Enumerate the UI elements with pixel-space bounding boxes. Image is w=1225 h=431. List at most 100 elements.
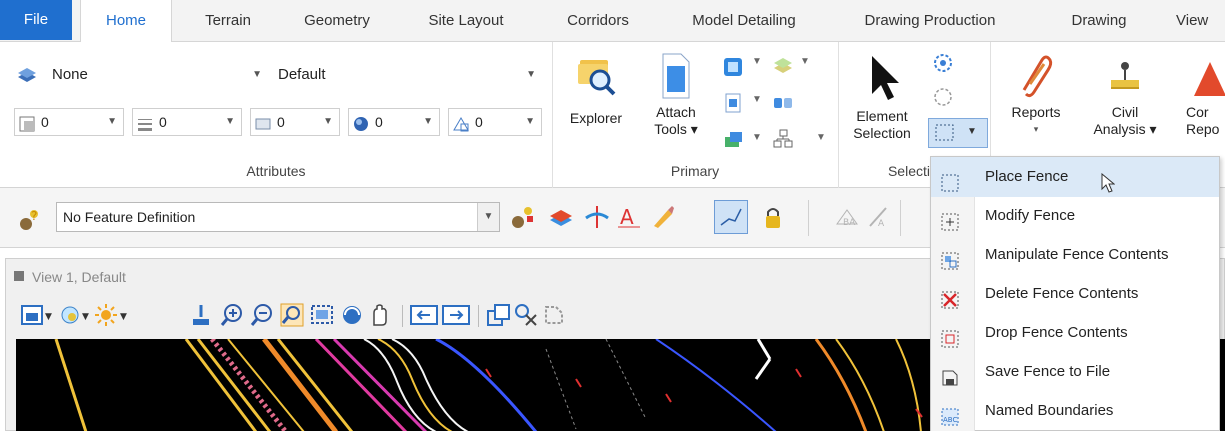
display-style-icon[interactable]: ▼	[58, 303, 94, 330]
civil-analysis-label-2: Analysis ▾	[1093, 121, 1157, 137]
menu-item-place-fence[interactable]: Place Fence	[931, 157, 1219, 197]
explorer-button[interactable]: Explorer	[560, 52, 632, 127]
toolbar-divider	[478, 305, 479, 327]
view-attributes-icon[interactable]: ▼	[20, 303, 56, 330]
sphere-icon	[353, 114, 369, 131]
text-annotation-icon[interactable]: A	[616, 204, 642, 230]
menu-item-drop-fence-contents[interactable]: Drop Fence Contents	[931, 313, 1219, 353]
chevron-down-icon[interactable]: ▼	[477, 203, 499, 231]
ribbon-tab-bar: File Home Terrain Geometry Site Layout C…	[0, 0, 1225, 43]
attach-tools-icon	[659, 52, 693, 100]
pan-view-icon[interactable]	[368, 303, 392, 330]
transparency-combo[interactable]: 0 ▼	[348, 108, 440, 136]
zoom-in-icon[interactable]	[220, 303, 244, 330]
attributes-group-label: Attributes	[246, 163, 306, 179]
menu-item-manipulate-fence-contents[interactable]: Manipulate Fence Contents	[931, 235, 1219, 275]
chevron-down-icon: ▼	[423, 116, 433, 127]
feature-tool-icon[interactable]: A	[866, 204, 892, 230]
transparency-value: 0	[375, 114, 383, 130]
chevron-down-icon: ▼	[107, 116, 117, 127]
chevron-down-icon: ▼	[525, 116, 535, 127]
attach-tools-button[interactable]: Attach Tools ▾	[640, 52, 712, 138]
tab-view[interactable]: View	[1168, 0, 1225, 42]
chevron-down-icon[interactable]: ▼	[800, 56, 810, 67]
color-combo[interactable]: 0 ▼	[14, 108, 124, 136]
models-icon[interactable]	[722, 92, 744, 114]
clear-selection-icon[interactable]	[932, 86, 954, 108]
terrain-layers-icon[interactable]	[548, 204, 574, 230]
line-style-combo[interactable]: 0 ▼	[250, 108, 340, 136]
civil-analysis-icon	[1105, 52, 1145, 100]
menu-item-label: Drop Fence Contents	[985, 324, 1128, 341]
corridor-reports-button[interactable]: Cor Repo	[1178, 52, 1225, 138]
tab-file[interactable]: File	[0, 0, 72, 40]
lock-icon[interactable]	[760, 204, 786, 230]
feature-tool-icon[interactable]: BA	[834, 204, 860, 230]
hierarchy-icon[interactable]	[772, 128, 794, 150]
next-view-icon[interactable]	[442, 303, 470, 330]
chevron-down-icon: ▼	[225, 116, 235, 127]
select-all-icon[interactable]	[932, 52, 954, 74]
tab-site-layout[interactable]: Site Layout	[404, 0, 528, 42]
copy-view-icon[interactable]	[486, 303, 512, 330]
weight-combo[interactable]: 0 ▼	[132, 108, 242, 136]
menu-item-delete-fence-contents[interactable]: Delete Fence Contents	[931, 274, 1219, 314]
reports-button[interactable]: Reports ▾	[996, 52, 1076, 138]
previous-view-icon[interactable]	[410, 303, 438, 330]
materials-icon[interactable]	[722, 128, 744, 150]
display-styles-icon[interactable]	[772, 92, 794, 114]
update-view-icon[interactable]	[190, 303, 212, 330]
tab-drawing-production[interactable]: Drawing Production	[842, 0, 1018, 42]
corridor-reports-label-1: Cor	[1186, 104, 1209, 120]
chevron-down-icon[interactable]: ▼	[752, 132, 762, 143]
selection-group-label: Selecti	[887, 163, 930, 179]
chevron-down-icon[interactable]: ▼	[752, 56, 762, 67]
svg-text:BA: BA	[843, 218, 856, 228]
chevron-down-icon[interactable]: ▼	[816, 132, 826, 143]
level-value: None	[52, 66, 88, 83]
chevron-down-icon: ▼	[252, 69, 262, 80]
menu-item-named-boundaries[interactable]: ABC Named Boundaries	[931, 391, 1219, 431]
menu-item-label: Place Fence	[985, 168, 1069, 185]
place-fence-icon	[941, 168, 959, 192]
lighting-icon[interactable]: ▼	[94, 303, 134, 330]
drop-fence-icon	[941, 324, 959, 348]
reference-icon[interactable]	[722, 56, 744, 78]
raster-icon[interactable]	[772, 54, 794, 76]
profile-icon[interactable]	[584, 204, 610, 230]
chevron-down-icon[interactable]: ▼	[967, 126, 977, 137]
style-combo[interactable]: Default ▼	[272, 62, 542, 90]
attach-tools-label-1: Attach	[656, 104, 696, 120]
priority-combo[interactable]: 0 ▼	[448, 108, 542, 136]
tab-drawing[interactable]: Drawing	[1046, 0, 1152, 42]
feature-definition-value: No Feature Definition	[63, 209, 196, 225]
corridor-report-icon	[1190, 52, 1225, 100]
tab-home[interactable]: Home	[80, 0, 172, 43]
svg-text:▼: ▼	[120, 312, 127, 322]
window-area-icon[interactable]	[280, 303, 304, 330]
tab-terrain[interactable]: Terrain	[180, 0, 276, 42]
feature-definition-combo[interactable]: No Feature Definition ▼	[56, 202, 500, 232]
element-selection-button[interactable]: Element Selection	[840, 52, 924, 142]
menu-item-save-fence-to-file[interactable]: Save Fence to File	[931, 352, 1219, 392]
snap-mode-icon[interactable]	[714, 200, 748, 234]
feature-definition-icon[interactable]: ?	[18, 206, 44, 232]
delete-fence-icon	[941, 285, 959, 309]
primary-group-label: Primary	[670, 163, 720, 179]
fence-split-button[interactable]: ▼	[928, 118, 988, 148]
pencil-icon[interactable]	[650, 204, 676, 230]
tab-geometry[interactable]: Geometry	[282, 0, 392, 42]
tab-model-detailing[interactable]: Model Detailing	[664, 0, 824, 42]
clip-volume-icon[interactable]	[514, 303, 540, 330]
priority-value: 0	[475, 114, 483, 130]
menu-item-modify-fence[interactable]: Modify Fence	[931, 196, 1219, 236]
fit-view-icon[interactable]	[310, 303, 334, 330]
feature-toggle-icon[interactable]	[510, 204, 536, 230]
level-combo[interactable]: None ▼	[46, 62, 268, 90]
clip-mask-icon[interactable]	[542, 303, 568, 330]
tab-corridors[interactable]: Corridors	[546, 0, 650, 42]
civil-analysis-button[interactable]: Civil Analysis ▾	[1080, 52, 1170, 138]
zoom-out-icon[interactable]	[250, 303, 274, 330]
chevron-down-icon[interactable]: ▼	[752, 94, 762, 105]
rotate-view-icon[interactable]	[340, 303, 364, 330]
